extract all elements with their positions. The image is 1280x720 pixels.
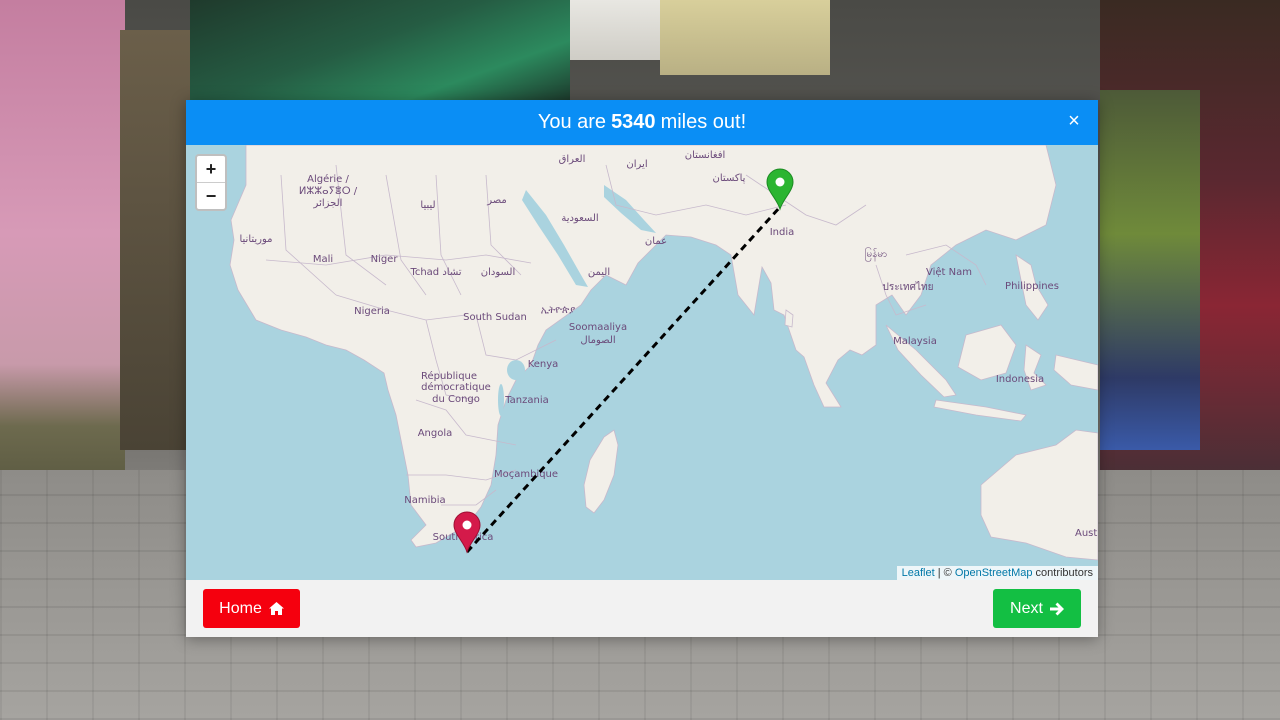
lake-victoria [507, 360, 525, 380]
svg-text:ኢትዮጵያ: ኢትዮጵያ [541, 305, 575, 316]
svg-text:Mali: Mali [313, 254, 333, 265]
svg-text:السودان: السودان [481, 267, 516, 278]
zoom-control: + − [195, 154, 227, 211]
svg-text:Kenya: Kenya [528, 359, 559, 370]
svg-text:الجزائر: الجزائر [313, 198, 343, 209]
background-awning [190, 0, 570, 100]
svg-text:Việt Nam: Việt Nam [926, 266, 972, 278]
home-icon [268, 602, 284, 615]
background-left-doorway [120, 30, 190, 450]
result-map[interactable]: Algérie / ⵍⵣⵣⴰⵢⴻⵔ / الجزائر ليبيا مصر ال… [186, 145, 1098, 580]
svg-text:Tchad تشاد: Tchad تشاد [409, 267, 461, 278]
svg-text:العراق: العراق [559, 154, 586, 165]
attribution-contributors: contributors [1032, 567, 1093, 579]
svg-text:موريتانيا: موريتانيا [239, 234, 272, 245]
svg-text:Aust: Aust [1075, 528, 1097, 539]
svg-text:Philippines: Philippines [1005, 281, 1059, 292]
svg-text:démocratique: démocratique [421, 381, 491, 393]
svg-text:الصومال: الصومال [580, 335, 615, 346]
zoom-in-button[interactable]: + [197, 156, 225, 183]
svg-text:پاکستان: پاکستان [713, 173, 746, 184]
map-attribution: Leaflet | © OpenStreetMap contributors [896, 566, 1098, 580]
home-button-label: Home [219, 599, 262, 617]
attribution-separator: | © [934, 567, 955, 579]
leaflet-link[interactable]: Leaflet [902, 567, 935, 579]
svg-text:السعودية: السعودية [561, 213, 598, 224]
result-footer: Home Next [186, 580, 1098, 637]
svg-text:Algérie /: Algérie / [307, 173, 349, 185]
svg-text:ليبيا: ليبيا [420, 200, 435, 211]
svg-text:Moçambique: Moçambique [494, 469, 558, 480]
svg-text:ⵍⵣⵣⴰⵢⴻⵔ /: ⵍⵣⵣⴰⵢⴻⵔ / [299, 186, 358, 197]
close-button[interactable]: × [1064, 110, 1084, 132]
land-australia [980, 429, 1098, 561]
svg-text:Niger: Niger [371, 254, 399, 265]
svg-text:ประเทศไทย: ประเทศไทย [883, 281, 934, 293]
background-left-wall [0, 0, 125, 520]
home-button[interactable]: Home [203, 589, 300, 628]
result-modal: You are 5340 miles out! × Algérie / ⵍⵣⵣⴰ… [186, 100, 1098, 637]
svg-text:Nigeria: Nigeria [354, 306, 390, 317]
svg-text:عمان: عمان [645, 236, 667, 247]
background-building [660, 0, 830, 75]
result-distance: 5340 [611, 111, 656, 133]
svg-text:South Sudan: South Sudan [463, 312, 527, 323]
svg-text:اليمن: اليمن [588, 267, 610, 278]
result-suffix: miles out! [660, 111, 747, 133]
svg-text:Tanzania: Tanzania [504, 395, 549, 406]
background-right-stall [1100, 90, 1200, 450]
svg-text:مصر: مصر [486, 195, 507, 206]
arrow-right-icon [1049, 602, 1064, 615]
svg-text:Malaysia: Malaysia [893, 336, 937, 347]
svg-text:မြန်မာ: မြန်မာ [865, 246, 887, 262]
result-header: You are 5340 miles out! × [186, 100, 1098, 145]
lake-malawi [528, 421, 534, 449]
svg-text:India: India [770, 227, 795, 238]
lake-tanganyika [498, 384, 504, 416]
zoom-out-button[interactable]: − [197, 183, 225, 209]
svg-text:ایران: ایران [626, 159, 647, 170]
svg-text:Angola: Angola [418, 428, 453, 439]
svg-text:Soomaaliya: Soomaaliya [569, 322, 627, 333]
svg-text:Namibia: Namibia [404, 495, 445, 506]
map-tiles: Algérie / ⵍⵣⵣⴰⵢⴻⵔ / الجزائر ليبيا مصر ال… [229, 145, 1098, 561]
land-java [933, 399, 1027, 422]
next-button-label: Next [1010, 599, 1043, 617]
svg-text:افغانستان: افغانستان [685, 150, 726, 161]
result-prefix: You are [537, 111, 607, 133]
land-madagascar [583, 429, 619, 514]
svg-text:République: République [421, 370, 477, 382]
land-new-guinea [1053, 354, 1098, 391]
svg-text:Indonesia: Indonesia [996, 374, 1044, 385]
land-borneo [957, 324, 1017, 381]
openstreetmap-link[interactable]: OpenStreetMap [955, 567, 1033, 579]
guess-marker[interactable] [453, 511, 481, 554]
svg-text:du Congo: du Congo [432, 394, 480, 405]
next-button[interactable]: Next [993, 589, 1081, 628]
